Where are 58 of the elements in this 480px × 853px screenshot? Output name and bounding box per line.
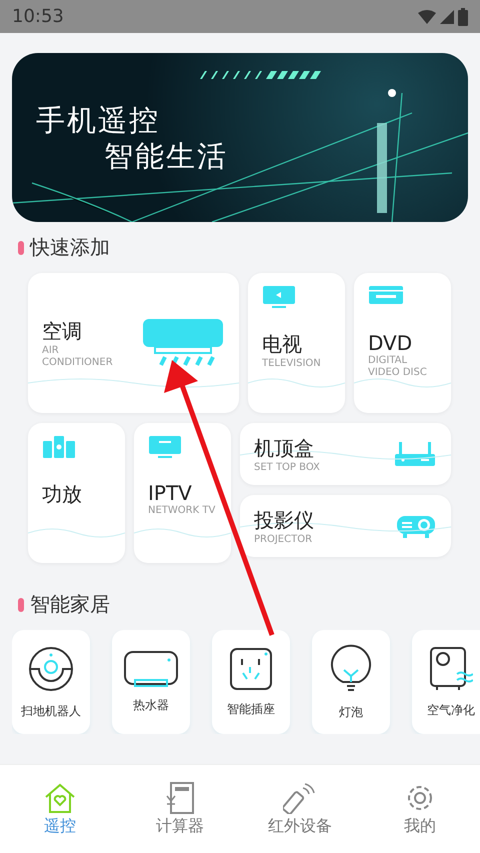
- device-tile[interactable]: 热水器: [112, 630, 190, 734]
- nav-tab[interactable]: 计算器: [135, 782, 225, 836]
- robot-vacuum-icon: [27, 644, 75, 692]
- section-marker: [18, 598, 24, 612]
- device-label: 热水器: [133, 696, 169, 714]
- power-socket-icon: [229, 646, 273, 690]
- device-name: IPTV: [148, 481, 193, 505]
- device-card[interactable]: DVD DIGITAL VIDEO DISC: [354, 273, 451, 413]
- device-name: 空调: [42, 318, 83, 344]
- section-title: 智能家居: [30, 591, 110, 618]
- water-heater-icon: [124, 650, 178, 686]
- device-subtitle: TELEVISION: [262, 358, 322, 370]
- home-icon: [43, 782, 77, 814]
- light-bulb-icon: [329, 644, 373, 694]
- tv-icon: [148, 435, 182, 459]
- device-card[interactable]: 功放: [28, 423, 125, 563]
- device-card[interactable]: 电视 TELEVISION: [248, 273, 345, 413]
- device-label: 灯泡: [339, 704, 363, 720]
- device-name: 功放: [42, 481, 83, 508]
- dvd-player-icon: [368, 285, 404, 305]
- device-tile[interactable]: 灯泡: [312, 630, 390, 734]
- device-card[interactable]: 机顶盒 SET TOP BOX: [240, 423, 451, 485]
- device-subtitle: DIGITAL VIDEO DISC: [368, 355, 428, 379]
- device-card[interactable]: 投影仪 PROJECTOR: [240, 495, 451, 557]
- device-label: 扫地机器人: [21, 702, 81, 720]
- signal-icon: [440, 10, 454, 24]
- nav-tab[interactable]: 我的: [375, 782, 465, 836]
- device-subtitle: AIR CONDITIONER: [42, 344, 114, 368]
- banner-background[interactable]: 手机遥控 智能生活: [12, 53, 468, 222]
- device-name: 机顶盒: [254, 434, 315, 462]
- section-title: 快速添加: [30, 234, 110, 261]
- device-label: 空气净化: [427, 702, 475, 718]
- device-name: 电视: [262, 331, 303, 358]
- banner-headline: 手机遥控: [36, 102, 161, 138]
- wifi-icon: [418, 10, 436, 24]
- device-subtitle: PROJECTOR: [254, 534, 314, 546]
- battery-icon: [458, 8, 468, 26]
- air-purifier-icon: [429, 646, 473, 692]
- nav-tab[interactable]: 红外设备: [255, 782, 345, 836]
- air-conditioner-icon: [141, 317, 225, 369]
- device-card[interactable]: 空调 AIR CONDITIONER: [28, 273, 239, 413]
- speakers-icon: [42, 435, 76, 459]
- device-subtitle: NETWORK TV: [148, 505, 216, 517]
- section-marker: [18, 240, 24, 254]
- device-card[interactable]: IPTV NETWORK TV: [134, 423, 231, 563]
- banner-headline: 智能生活: [103, 138, 229, 174]
- device-name: 投影仪: [254, 506, 314, 534]
- device-name: DVD: [368, 331, 414, 355]
- device-tile[interactable]: 智能插座: [212, 630, 290, 734]
- device-tile[interactable]: 空气净化: [412, 630, 480, 734]
- device-label: 智能插座: [227, 700, 275, 718]
- remote-control-icon: [283, 782, 317, 814]
- router-icon: [393, 440, 437, 468]
- device-tile[interactable]: 扫地机器人: [12, 630, 90, 734]
- device-subtitle: SET TOP BOX: [254, 462, 320, 474]
- calculator-icon: [165, 782, 195, 814]
- status-time: 10:53: [12, 6, 64, 27]
- tv-icon: [262, 285, 296, 309]
